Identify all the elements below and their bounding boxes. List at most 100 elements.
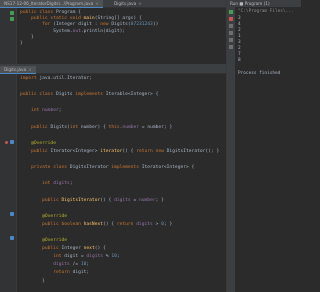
override-gutter-icon[interactable] <box>10 212 14 216</box>
code-line[interactable]: @Override <box>20 141 56 148</box>
code-line[interactable]: public DigitsIterator() { digits = numbe… <box>20 197 164 205</box>
override-gutter-icon[interactable] <box>10 236 14 240</box>
code-token: @Override <box>20 213 68 219</box>
close-icon[interactable] <box>229 45 233 49</box>
code-token: int <box>20 181 54 187</box>
bottom-gutter <box>0 74 17 292</box>
code-line[interactable]: @Override <box>20 238 67 245</box>
code-token: public <box>20 124 51 130</box>
code-token: } <box>20 34 34 40</box>
code-line[interactable]: digits /= 10; <box>20 262 90 269</box>
code-token: number <box>122 124 140 130</box>
tab-digits-java-bottom[interactable]: Digits.java × <box>0 66 36 74</box>
code-token: Iterable<Integer> { <box>105 92 159 98</box>
tab-digits-java[interactable]: Digits.java × <box>110 0 146 7</box>
close-icon[interactable]: × <box>95 1 99 6</box>
code-token: public <box>20 148 51 154</box>
code-token: digits <box>114 197 131 203</box>
top-editor: NS17-12-06_IteratorDigits\...\Program.ja… <box>0 0 226 64</box>
breakpoint-icon[interactable] <box>5 141 8 144</box>
run-panel-title: Run ■ Program (1) <box>227 0 301 7</box>
scroll-icon[interactable] <box>229 31 233 35</box>
code-token: digit; <box>72 270 90 276</box>
code-token: () { <box>94 246 106 252</box>
code-line[interactable]: int digits; <box>20 181 72 188</box>
code-token: main <box>83 16 95 22</box>
code-line[interactable]: System.out.println(digit); <box>20 28 126 36</box>
code-token: Iterator<Integer> { <box>141 165 195 171</box>
tab-digits-label: Digits.java <box>114 1 137 6</box>
pause-icon[interactable] <box>229 24 233 28</box>
code-line[interactable]: private class DigitsIterator implements … <box>20 165 195 172</box>
close-icon[interactable]: × <box>138 1 142 6</box>
bottom-editor: Digits.java × import java.util.Iterator; p… <box>0 66 226 292</box>
code-token: (String[] args) { <box>94 16 142 22</box>
code-token: import <box>20 76 40 81</box>
stop-icon[interactable] <box>229 17 233 21</box>
code-line[interactable]: } <box>20 41 23 48</box>
code-token: } <box>20 41 23 46</box>
run-command-line: "C:\Program Files\... <box>238 9 294 14</box>
code-token: digits <box>136 221 153 227</box>
code-token: () { <box>122 148 137 154</box>
code-line[interactable]: public class Digits implements Iterable<… <box>20 92 159 99</box>
code-token: out <box>72 28 81 34</box>
override-gutter-icon[interactable] <box>10 140 14 144</box>
run-gutter-icon[interactable] <box>10 11 14 15</box>
code-token: Digits <box>55 92 76 98</box>
code-token: int <box>20 108 43 114</box>
tab-digits-bottom-label: Digits.java <box>4 67 27 72</box>
code-line[interactable]: return digit; <box>20 271 89 277</box>
rerun-icon[interactable] <box>229 10 233 14</box>
top-gutter <box>0 8 17 64</box>
tab-program-java[interactable]: NS17-12-06_IteratorDigits\...\Program.ja… <box>0 0 103 8</box>
code-line[interactable]: @Override <box>20 213 68 221</box>
code-token: ; } <box>163 221 173 227</box>
code-line[interactable]: } <box>20 279 45 286</box>
code-token: digits <box>20 262 70 268</box>
top-tab-bar: NS17-12-06_IteratorDigits\...\Program.ja… <box>0 0 226 8</box>
code-token: implements <box>75 92 106 98</box>
code-token: ; } <box>155 197 164 203</box>
close-icon[interactable]: × <box>28 67 32 72</box>
code-token: hasNext <box>83 221 103 227</box>
code-token: Integer <box>61 246 84 252</box>
output-line: 2 <box>238 28 241 33</box>
code-token: digits <box>53 181 70 187</box>
output-line: 8 <box>238 58 241 63</box>
code-token: .println(digit); <box>80 28 126 34</box>
code-token: public class <box>20 10 56 15</box>
output-line: 7 <box>238 52 241 57</box>
code-token: public static void <box>20 16 84 22</box>
run-gutter-icon[interactable] <box>10 17 14 21</box>
code-line[interactable]: public boolean hasNext() { return digits… <box>20 221 173 229</box>
output-line: 3 <box>238 16 241 21</box>
code-token: DigitsIterator <box>69 165 112 171</box>
code-token: Digits( <box>111 22 131 28</box>
output-line: 4 <box>238 22 241 27</box>
code-token: /= <box>69 262 81 268</box>
code-token: ; <box>86 262 90 268</box>
code-token: )) <box>152 22 159 28</box>
output-line: 2 <box>238 46 241 51</box>
code-token: public <box>20 197 62 203</box>
code-token: return <box>116 221 137 227</box>
code-line[interactable]: public Digits(int number) { this.number … <box>20 124 172 132</box>
code-token: > <box>152 221 162 227</box>
bottom-tab-bar: Digits.java × <box>0 66 226 74</box>
code-token: java.util.Iterator; <box>39 76 92 81</box>
code-token: int <box>20 254 65 260</box>
code-line[interactable]: int number; <box>20 108 61 115</box>
code-token: () { <box>103 221 117 227</box>
process-exit-message: Process finished <box>238 71 281 76</box>
code-token: number) { <box>80 124 109 130</box>
code-token: iterator <box>100 148 123 154</box>
code-token: int <box>69 124 81 130</box>
code-token: digit = <box>64 254 87 260</box>
code-line[interactable]: public Iterator<Integer> iterator() { re… <box>20 148 219 156</box>
code-line[interactable]: import java.util.Iterator; <box>20 76 92 83</box>
code-token: () { <box>100 197 115 203</box>
code-line[interactable]: int digit = digits % 10; <box>20 254 119 261</box>
print-icon[interactable] <box>229 38 233 42</box>
code-line[interactable]: public Integer next() { <box>20 246 106 253</box>
